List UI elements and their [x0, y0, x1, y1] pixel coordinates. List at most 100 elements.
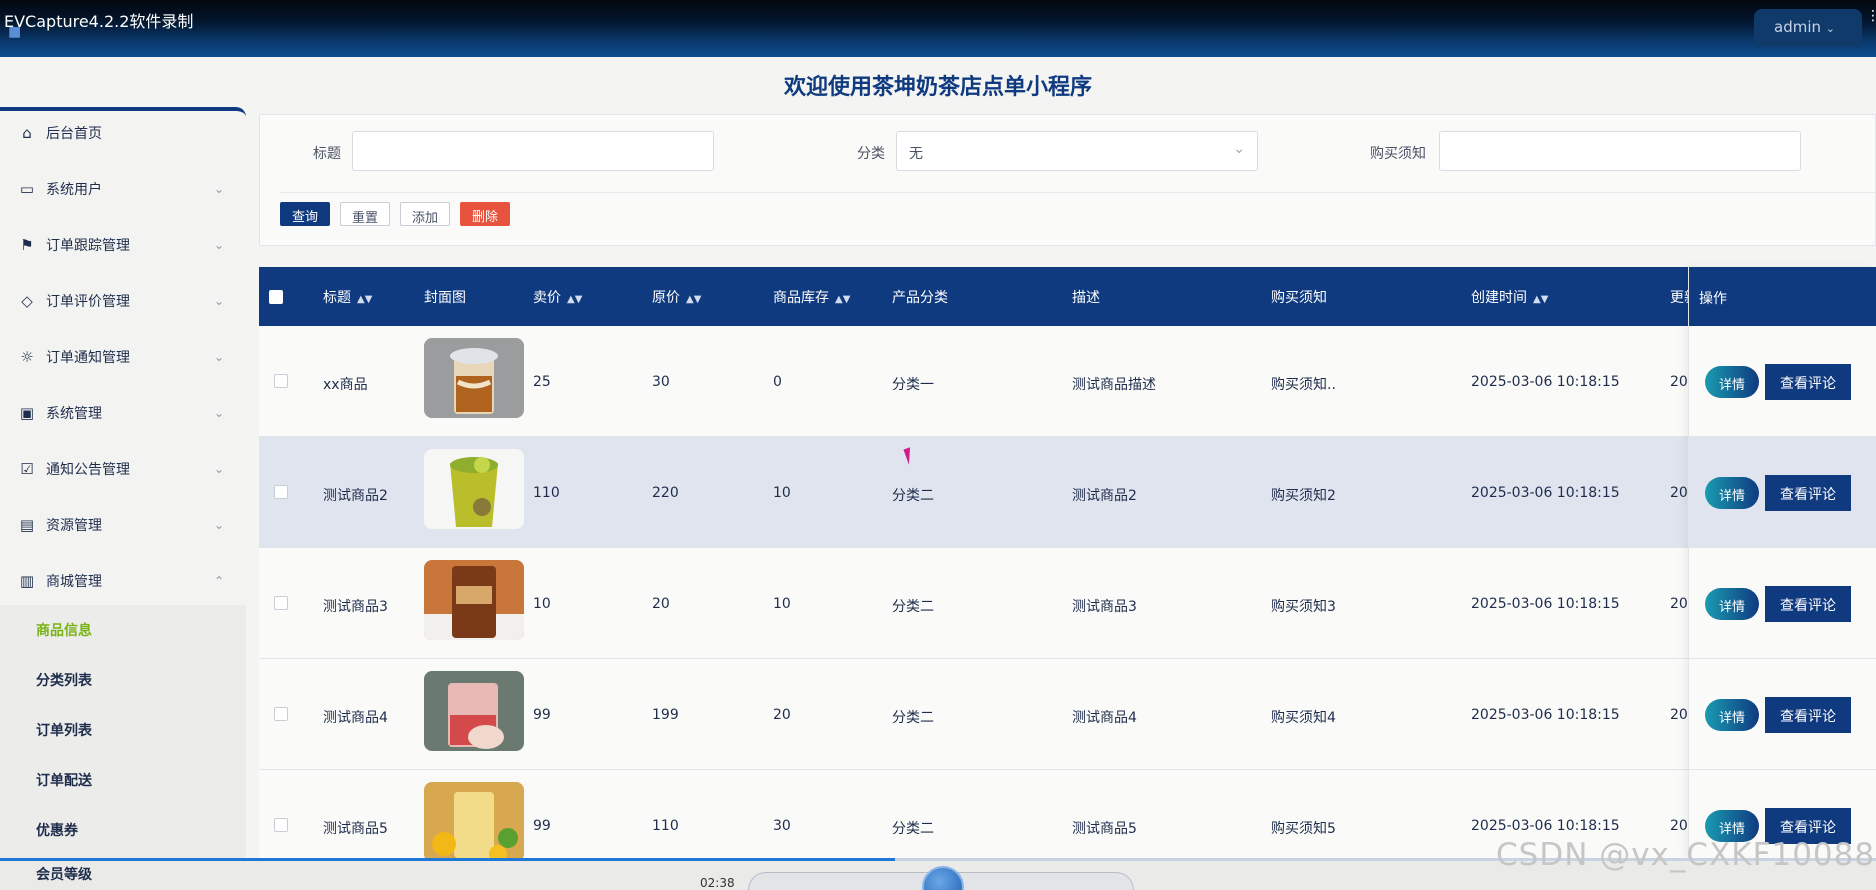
table-row[interactable]: 测试商品3 10 20 10 分类二 测试商品3 购买须知3 2025-03-0… — [259, 548, 1876, 659]
cell-stock: 0 — [773, 374, 782, 390]
detail-button[interactable]: 详情 — [1705, 588, 1759, 620]
user-menu[interactable]: admin ⌄ — [1754, 9, 1862, 47]
cell-stock: 10 — [773, 596, 791, 612]
clipboard-icon: ☑ — [20, 460, 34, 478]
category-select[interactable]: 无 ⌄ — [896, 131, 1258, 171]
view-reviews-button[interactable]: 查看评论 — [1765, 364, 1851, 400]
submenu-item-delivery[interactable]: 订单配送 — [36, 770, 92, 790]
select-all-checkbox[interactable] — [269, 290, 283, 304]
submenu-item-coupons[interactable]: 优惠券 — [36, 820, 78, 840]
col-header-description: 描述 — [1072, 290, 1100, 306]
sort-icon: ▲▼ — [686, 294, 702, 305]
row-checkbox[interactable] — [274, 596, 288, 610]
sidebar-item-announcements[interactable]: ☑ 通知公告管理 ⌄ — [0, 447, 246, 491]
sidebar-item-label: 后台首页 — [46, 126, 102, 142]
row-checkbox[interactable] — [274, 485, 288, 499]
cell-category: 分类二 — [892, 710, 934, 726]
recorder-title: EVCapture4.2.2软件录制 — [4, 12, 194, 31]
sidebar-item-system-admin[interactable]: ▣ 系统管理 ⌄ — [0, 391, 246, 435]
chevron-down-icon: ⌄ — [213, 462, 224, 476]
sidebar-item-label: 商城管理 — [46, 574, 102, 590]
view-reviews-button[interactable]: 查看评论 — [1765, 475, 1851, 511]
cell-original-price: 110 — [652, 818, 679, 834]
table-row[interactable]: xx商品 25 30 0 分类一 测试商品描述 购买须知.. 2025-03-0… — [259, 326, 1876, 437]
chevron-down-icon: ⌄ — [213, 518, 224, 532]
playback-time: 02:38 — [700, 876, 735, 890]
sun-icon: ☼ — [20, 348, 34, 366]
submenu-item-orders[interactable]: 订单列表 — [36, 720, 92, 740]
view-reviews-button[interactable]: 查看评论 — [1765, 586, 1851, 622]
submenu-item-member-levels[interactable]: 会员等级 — [36, 864, 92, 884]
cell-category: 分类二 — [892, 599, 934, 615]
cell-description: 测试商品描述 — [1072, 377, 1156, 393]
notice-filter-input[interactable] — [1439, 131, 1801, 171]
cell-title: 测试商品3 — [323, 599, 388, 615]
col-header-actions: 操作 — [1689, 267, 1876, 326]
submenu-item-products[interactable]: 商品信息 — [36, 620, 92, 640]
recorder-title-bar: EVCapture4.2.2软件录制 ■ admin ⌄ ⋮ — [0, 0, 1876, 57]
cell-created: 2025-03-06 10:18:15 — [1471, 374, 1620, 390]
sort-icon: ▲▼ — [567, 294, 583, 305]
cell-original-price: 220 — [652, 485, 679, 501]
cell-description: 测试商品3 — [1072, 599, 1137, 615]
sidebar-item-home[interactable]: ⌂ 后台首页 — [0, 111, 246, 155]
sidebar-item-label: 资源管理 — [46, 518, 102, 534]
chevron-down-icon: ⌄ — [213, 238, 224, 252]
home-icon: ⌂ — [22, 124, 32, 142]
query-button[interactable]: 查询 — [280, 202, 330, 226]
col-header-category: 产品分类 — [892, 290, 948, 306]
sidebar-item-order-tracking[interactable]: ⚑ 订单跟踪管理 ⌄ — [0, 223, 246, 267]
cell-stock: 20 — [773, 707, 791, 723]
grid-icon[interactable]: ⋮ — [1866, 8, 1876, 28]
detail-button[interactable]: 详情 — [1705, 366, 1759, 398]
cell-notice: 购买须知4 — [1271, 710, 1336, 726]
chevron-down-icon: ⌄ — [1825, 22, 1835, 35]
action-row: 详情 查看评论 — [1689, 437, 1876, 548]
col-header-created[interactable]: 创建时间 ▲▼ — [1471, 287, 1548, 307]
cell-title: 测试商品5 — [323, 821, 388, 837]
sidebar-item-system-users[interactable]: ▭ 系统用户 ⌄ — [0, 167, 246, 211]
col-header-original-price[interactable]: 原价 ▲▼ — [652, 287, 701, 307]
submenu-item-categories[interactable]: 分类列表 — [36, 670, 92, 690]
sidebar-item-mall[interactable]: ▥ 商城管理 ⌃ — [0, 559, 246, 603]
col-header-price[interactable]: 卖价 ▲▼ — [533, 287, 582, 307]
cell-created: 2025-03-06 10:18:15 — [1471, 485, 1620, 501]
app-logo-icon: ■ — [8, 24, 22, 40]
add-button[interactable]: 添加 — [400, 202, 450, 226]
delete-button[interactable]: 删除 — [460, 202, 510, 226]
box-icon: ▥ — [19, 572, 35, 590]
category-select-value: 无 — [909, 146, 923, 162]
sidebar: ⌂ 后台首页 ▭ 系统用户 ⌄ ⚑ 订单跟踪管理 ⌄ ◇ 订单评价管理 ⌄ ☼ … — [0, 107, 246, 890]
cell-category: 分类一 — [892, 377, 934, 393]
inbox-icon: ▣ — [19, 404, 35, 422]
col-header-stock[interactable]: 商品库存 ▲▼ — [773, 287, 850, 307]
sidebar-item-label: 订单跟踪管理 — [46, 238, 130, 254]
col-header-notice: 购买须知 — [1271, 290, 1327, 306]
table-row[interactable]: 测试商品2 110 220 10 分类二 测试商品2 购买须知2 2025-03… — [259, 437, 1876, 548]
sidebar-item-label: 订单通知管理 — [46, 350, 130, 366]
cell-stock: 10 — [773, 485, 791, 501]
view-reviews-button[interactable]: 查看评论 — [1765, 697, 1851, 733]
chevron-down-icon: ⌄ — [213, 182, 224, 196]
sidebar-item-order-notices[interactable]: ☼ 订单通知管理 ⌄ — [0, 335, 246, 379]
table-row[interactable]: 测试商品4 99 199 20 分类二 测试商品4 购买须知4 2025-03-… — [259, 659, 1876, 770]
sidebar-item-label: 订单评价管理 — [46, 294, 130, 310]
row-checkbox[interactable] — [274, 707, 288, 721]
title-filter-input[interactable] — [352, 131, 714, 171]
detail-button[interactable]: 详情 — [1705, 477, 1759, 509]
cell-notice: 购买须知2 — [1271, 488, 1336, 504]
cell-category: 分类二 — [892, 488, 934, 504]
sidebar-item-order-reviews[interactable]: ◇ 订单评价管理 ⌄ — [0, 279, 246, 323]
cell-price: 110 — [533, 485, 560, 501]
col-header-title[interactable]: 标题 ▲▼ — [323, 287, 372, 307]
row-checkbox[interactable] — [274, 374, 288, 388]
detail-button[interactable]: 详情 — [1705, 699, 1759, 731]
sort-icon: ▲▼ — [1533, 294, 1549, 305]
cell-notice: 购买须知3 — [1271, 599, 1336, 615]
row-checkbox[interactable] — [274, 818, 288, 832]
cell-price: 99 — [533, 818, 551, 834]
actions-column: 操作 详情 查看评论 详情 查看评论 详情 查看评论 详情 查看评论 详情 查看… — [1688, 267, 1876, 881]
reset-button[interactable]: 重置 — [340, 202, 390, 226]
sidebar-item-resources[interactable]: ▤ 资源管理 ⌄ — [0, 503, 246, 547]
cell-created: 2025-03-06 10:18:15 — [1471, 596, 1620, 612]
